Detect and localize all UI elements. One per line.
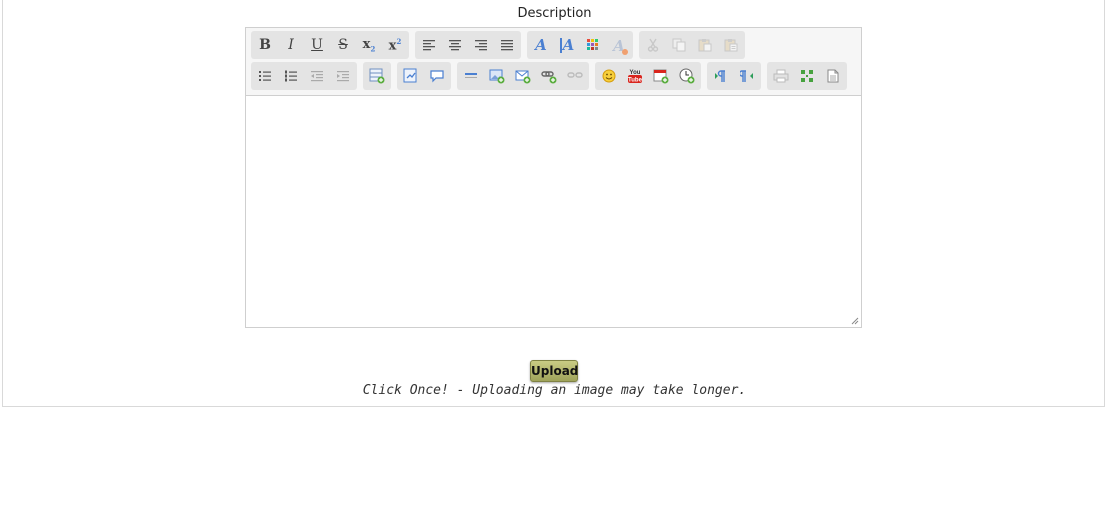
bold-button[interactable]: B <box>252 31 278 59</box>
align-justify-icon[interactable] <box>494 31 520 59</box>
unlink-icon[interactable] <box>562 62 588 90</box>
toolbar-row-2: You Tube <box>251 62 853 90</box>
bulleted-list-icon[interactable] <box>252 62 278 90</box>
description-label: Description <box>517 6 592 21</box>
rich-text-editor: B I U S x2 x2 A A A You Tube <box>245 27 862 328</box>
group-media <box>457 62 589 90</box>
group-embed: You Tube <box>595 62 701 90</box>
youtube-icon[interactable]: You Tube <box>622 62 648 90</box>
outdent-icon[interactable] <box>304 62 330 90</box>
svg-text:Tube: Tube <box>628 78 643 84</box>
align-center-icon[interactable] <box>442 31 468 59</box>
align-right-icon[interactable] <box>468 31 494 59</box>
maximize-icon[interactable] <box>794 62 820 90</box>
insert-link-icon[interactable] <box>536 62 562 90</box>
horizontal-rule-icon[interactable] <box>458 62 484 90</box>
group-tools <box>767 62 847 90</box>
font-color-button[interactable]: A <box>528 31 554 59</box>
align-left-icon[interactable] <box>416 31 442 59</box>
group-insert <box>397 62 451 90</box>
upload-note: Click Once! - Uploading an image may tak… <box>362 383 747 398</box>
copy-icon[interactable] <box>666 31 692 59</box>
strikethrough-button[interactable]: S <box>330 31 356 59</box>
group-lists <box>251 62 357 90</box>
group-clipboard <box>639 31 745 59</box>
group-direction <box>707 62 761 90</box>
insert-date-icon[interactable] <box>648 62 674 90</box>
toolbar-row-1: B I U S x2 x2 A A A <box>251 31 751 59</box>
insert-table-icon[interactable] <box>364 62 390 90</box>
underline-button[interactable]: U <box>304 31 330 59</box>
italic-button[interactable]: I <box>278 31 304 59</box>
cut-icon[interactable] <box>640 31 666 59</box>
insert-code-icon[interactable] <box>398 62 424 90</box>
group-text-style: B I U S x2 x2 <box>251 31 409 59</box>
superscript-button[interactable]: x2 <box>382 31 408 59</box>
print-icon[interactable] <box>768 62 794 90</box>
ltr-icon[interactable] <box>708 62 734 90</box>
editor-toolbar: B I U S x2 x2 A A A You Tube <box>246 28 861 96</box>
color-palette-icon[interactable] <box>580 31 606 59</box>
upload-button[interactable]: Upload <box>530 360 578 382</box>
paste-icon[interactable] <box>692 31 718 59</box>
indent-icon[interactable] <box>330 62 356 90</box>
subscript-button[interactable]: x2 <box>356 31 382 59</box>
insert-quote-icon[interactable] <box>424 62 450 90</box>
group-table <box>363 62 391 90</box>
rtl-icon[interactable] <box>734 62 760 90</box>
group-align <box>415 31 521 59</box>
background-color-button[interactable]: A <box>554 31 580 59</box>
numbered-list-icon[interactable] <box>278 62 304 90</box>
resize-handle-icon[interactable] <box>851 317 859 325</box>
insert-email-icon[interactable] <box>510 62 536 90</box>
editor-content-area[interactable] <box>246 96 861 327</box>
insert-image-icon[interactable] <box>484 62 510 90</box>
source-view-icon[interactable] <box>820 62 846 90</box>
group-color: A A A <box>527 31 633 59</box>
insert-time-icon[interactable] <box>674 62 700 90</box>
paste-text-icon[interactable] <box>718 31 744 59</box>
emoticon-icon[interactable] <box>596 62 622 90</box>
remove-format-button[interactable]: A <box>606 31 632 59</box>
